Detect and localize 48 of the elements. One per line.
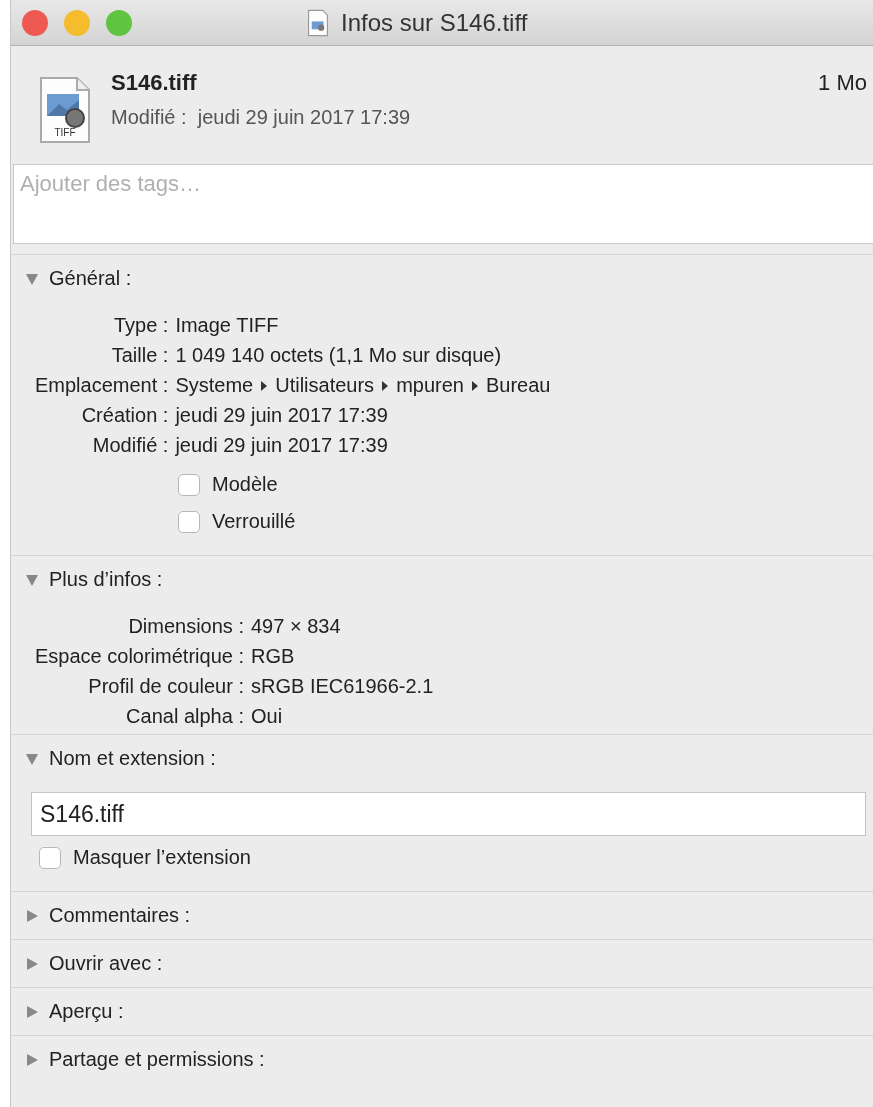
checkbox-label: Verrouillé [212,510,296,533]
section-header[interactable]: Général : [11,255,132,302]
checkbox-label: Modèle [212,473,278,496]
name-field[interactable]: S146.tiff [31,792,866,836]
file-name: S146.tiff [111,70,198,96]
property-label: Profil de couleur : [87,675,244,698]
property-label: Emplacement : [35,374,169,397]
property-value: 1 049 140 octets (1,1 Mo sur disque) [175,344,503,367]
property-value: RGB [251,645,296,668]
property-label: Espace colorimétrique : [35,645,244,668]
property-label: Type : [112,314,169,337]
section-header[interactable]: Aperçu : [11,988,124,1035]
section-header[interactable]: Plus d’infos : [11,556,163,603]
property-value: Image TIFF [175,314,280,337]
path-segment[interactable]: Systeme [175,374,254,397]
tags-field[interactable]: Ajouter des tags… [13,164,873,244]
window-control-button[interactable] [22,9,48,36]
window-control-button[interactable] [106,9,132,36]
property-label: Taille : [110,344,169,367]
property-value: jeudi 29 juin 2017 17:39 [175,434,389,457]
checkbox[interactable] [178,473,200,496]
path-separator-icon [470,379,479,392]
property-value: Oui [251,705,284,728]
property-label: Création : [80,404,169,427]
property-label: Dimensions : [127,615,244,638]
section-header[interactable]: Partage et permissions : [11,1036,265,1083]
property-value: 497 × 834 [251,615,342,638]
modified-date: Modifié : jeudi 29 juin 2017 17:39 [111,106,412,129]
window-control-button[interactable] [64,9,90,36]
property-label: Canal alpha : [125,705,244,728]
path-segment[interactable]: Bureau [485,374,551,397]
property-value: jeudi 29 juin 2017 17:39 [175,404,389,427]
section-header[interactable]: Commentaires : [11,892,191,939]
path-separator-icon [381,379,390,392]
window-title: Infos sur S146.tiff [341,9,528,37]
path-segment[interactable]: Utilisateurs [275,374,375,397]
checkbox[interactable] [178,510,200,533]
section-header[interactable]: Nom et extension : [11,735,216,782]
tiff-file-icon: TIFF [37,76,93,144]
file-icon [307,9,329,37]
file-size: 1 Mo [818,70,867,96]
checkbox[interactable] [39,846,61,869]
checkbox-label: Masquer l’extension [73,846,251,869]
section-header[interactable]: Ouvrir avec : [11,940,163,987]
path-segment[interactable]: mpuren [396,374,464,397]
property-label: Modifié : [91,434,169,457]
path-separator-icon [260,379,269,392]
property-value: sRGB IEC61966-2.1 [251,675,434,698]
